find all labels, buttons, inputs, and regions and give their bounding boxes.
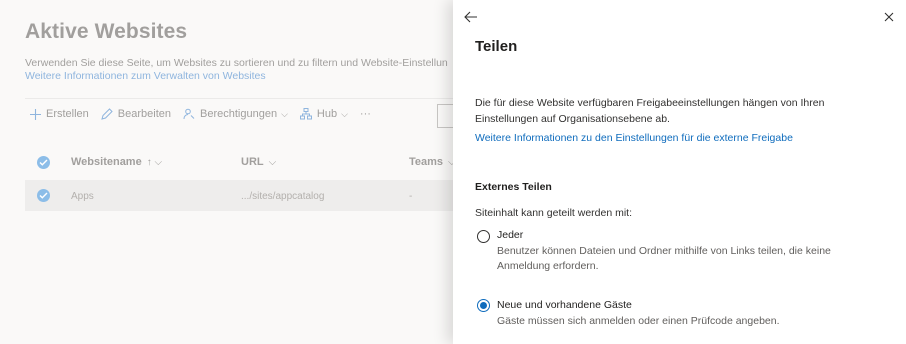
sort-arrow-icon: ↑ ⌵ xyxy=(146,156,163,168)
option-description-anyone: Benutzer können Dateien und Ordner mithi… xyxy=(497,245,831,272)
close-icon xyxy=(884,12,894,22)
page-description: Verwenden Sie diese Seite, um Websites z… xyxy=(25,57,448,69)
checkmark-icon xyxy=(39,159,48,166)
more-button[interactable]: ··· xyxy=(360,108,371,120)
person-key-icon xyxy=(183,108,195,120)
chevron-down-icon: ⌵ xyxy=(341,108,348,119)
permissions-button[interactable]: Berechtigungen ⌵ xyxy=(183,108,288,120)
edit-button[interactable]: Bearbeiten xyxy=(101,108,171,120)
option-label-new-existing-guests[interactable]: Neue und vorhandene Gäste xyxy=(497,299,632,311)
select-all-checkbox[interactable] xyxy=(37,156,50,169)
hub-button[interactable]: Hub ⌵ xyxy=(299,108,348,120)
radio-new-existing-guests[interactable] xyxy=(477,299,490,312)
site-name-cell[interactable]: Apps xyxy=(71,191,94,202)
site-url-cell: .../sites/appcatalog xyxy=(241,191,325,202)
column-header-url[interactable]: URL ⌵ xyxy=(241,156,276,168)
option-description-new-existing-guests: Gäste müssen sich anmelden oder einen Pr… xyxy=(497,315,780,327)
arrow-left-icon xyxy=(464,11,477,23)
site-teams-cell: - xyxy=(409,191,413,202)
section-subtitle: Siteinhalt kann geteilt werden mit: xyxy=(475,207,633,219)
chevron-down-icon: ⌵ xyxy=(281,108,288,119)
permissions-label: Berechtigungen xyxy=(200,108,278,120)
divider xyxy=(25,98,455,99)
plus-icon xyxy=(30,108,41,120)
row-checkbox[interactable] xyxy=(37,189,50,202)
external-sharing-info-link[interactable]: Weitere Informationen zu den Einstellung… xyxy=(475,132,793,144)
option-label-anyone[interactable]: Jeder xyxy=(497,229,523,241)
column-header-name[interactable]: Websitename ↑ ⌵ xyxy=(71,156,162,168)
sharing-panel: Teilen Die für diese Website verfügbaren… xyxy=(453,0,906,344)
create-button[interactable]: Erstellen xyxy=(30,108,89,120)
panel-title: Teilen xyxy=(475,38,518,55)
pencil-icon xyxy=(101,108,113,120)
chevron-down-icon: ⌵ xyxy=(268,156,277,168)
checkmark-icon xyxy=(39,192,48,199)
page-title: Aktive Websites xyxy=(25,20,188,43)
create-label: Erstellen xyxy=(46,108,89,120)
command-bar: Erstellen Bearbeiten Berechtigungen ⌵ Hu… xyxy=(30,108,383,120)
section-title-external-sharing: Externes Teilen xyxy=(475,181,552,193)
column-header-teams[interactable]: Teams ⌵ xyxy=(409,156,456,168)
hub-icon xyxy=(299,108,312,120)
radio-anyone[interactable] xyxy=(477,230,490,243)
hub-label: Hub xyxy=(316,108,338,120)
manage-sites-link[interactable]: Weitere Informationen zum Verwalten von … xyxy=(25,70,266,82)
back-button[interactable] xyxy=(463,9,479,25)
edit-label: Bearbeiten xyxy=(117,108,172,120)
panel-intro-text: Die für diese Website verfügbaren Freiga… xyxy=(475,97,825,125)
close-button[interactable] xyxy=(881,9,897,25)
